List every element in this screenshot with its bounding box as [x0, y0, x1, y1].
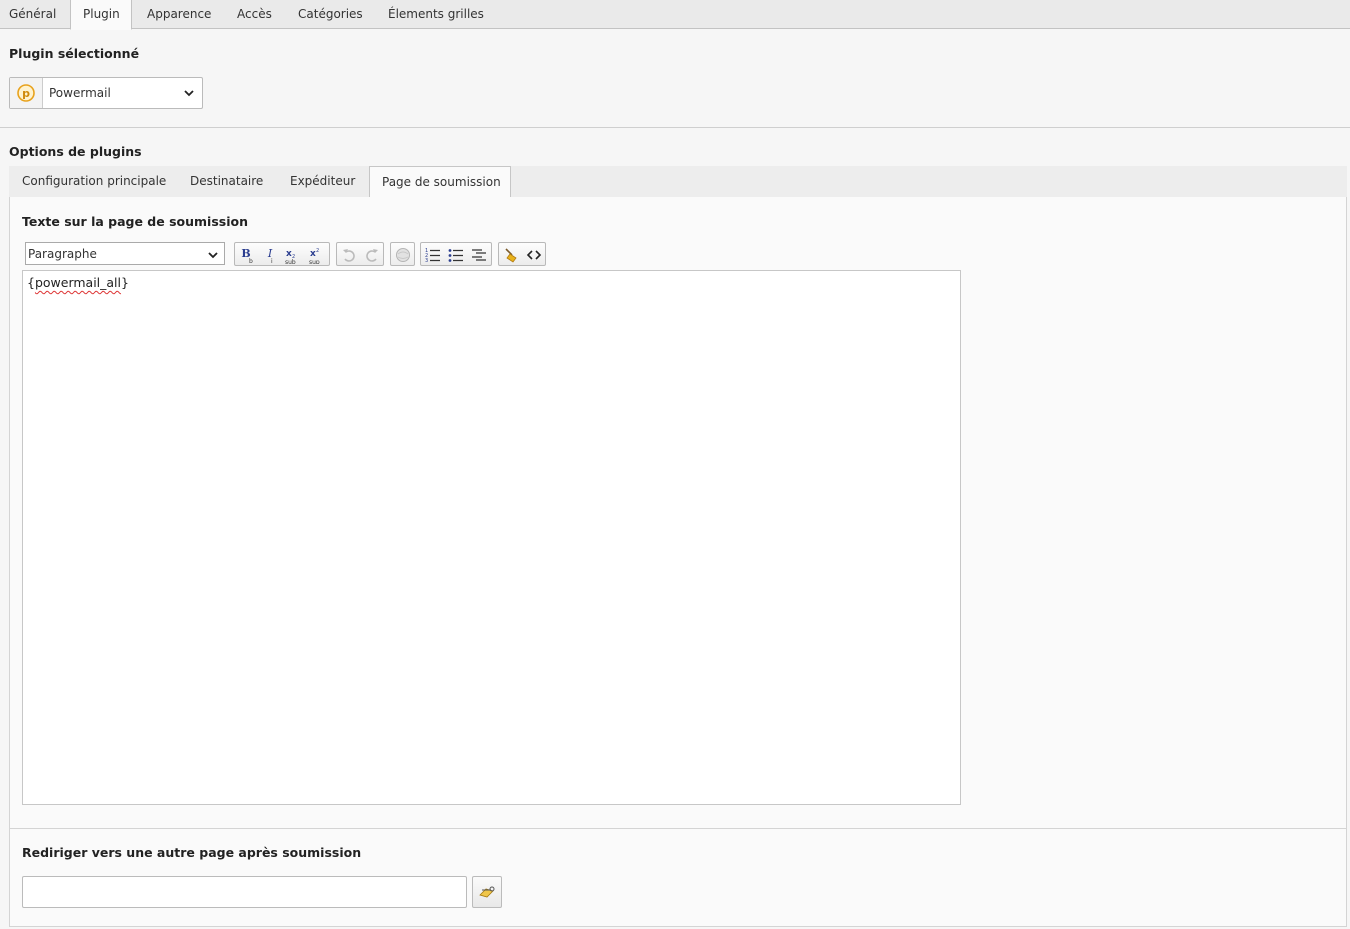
- definition-list-icon: [472, 249, 486, 261]
- top-tab-bar: Général Plugin Apparence Accès Catégorie…: [0, 0, 1350, 30]
- redirect-page-input[interactable]: [22, 876, 467, 908]
- link-toolbar-group: [390, 242, 415, 266]
- svg-text:p: p: [22, 87, 30, 100]
- broom-icon: [505, 248, 517, 263]
- powermail-token: powermail_all: [34, 275, 122, 290]
- superscript-button[interactable]: x 2 sup: [306, 244, 328, 264]
- options-tab-bar: Configuration principale Destinataire Ex…: [9, 166, 1347, 198]
- chevron-down-icon: [184, 87, 194, 101]
- undo-icon: [343, 249, 355, 262]
- list-toolbar-group: 1 2 3: [420, 242, 492, 266]
- panel-divider: [9, 828, 1347, 829]
- plugin-section-title: Plugin sélectionné: [9, 46, 140, 61]
- history-toolbar-group: [336, 242, 384, 266]
- editor-content: {powermail_all}: [27, 275, 129, 290]
- redo-button[interactable]: [361, 244, 383, 264]
- clean-format-button[interactable]: [500, 244, 522, 264]
- tab-general[interactable]: Général: [9, 0, 56, 30]
- tab-plugin[interactable]: Plugin: [70, 0, 132, 30]
- bold-button[interactable]: B b: [236, 244, 258, 264]
- misc-toolbar-group: [498, 242, 546, 266]
- brace-open: {: [27, 275, 35, 290]
- options-section-title: Options de plugins: [9, 144, 142, 159]
- block-format-select[interactable]: Paragraphe: [25, 242, 225, 265]
- unordered-list-button[interactable]: [445, 244, 467, 264]
- plugin-select[interactable]: p Powermail: [9, 77, 203, 109]
- undo-button[interactable]: [338, 244, 360, 264]
- svg-text:3: 3: [425, 258, 428, 264]
- definition-list-button[interactable]: [468, 244, 490, 264]
- tab-expediteur[interactable]: Expéditeur: [290, 166, 355, 198]
- redirect-label: Rediriger vers une autre page après soum…: [22, 845, 362, 860]
- brace-close: }: [121, 275, 129, 290]
- source-code-button[interactable]: [523, 244, 545, 264]
- tab-apparence[interactable]: Apparence: [147, 0, 211, 30]
- format-toolbar-group: B b I i x 2 sub x 2 sup: [234, 242, 330, 266]
- submit-text-label: Texte sur la page de soumission: [22, 214, 248, 229]
- block-format-value: Paragraphe: [28, 247, 97, 261]
- tab-acces[interactable]: Accès: [237, 0, 272, 30]
- link-browser-icon: [479, 886, 495, 898]
- link-button[interactable]: [392, 244, 414, 264]
- ordered-list-button[interactable]: 1 2 3: [422, 244, 444, 264]
- tab-destinataire[interactable]: Destinataire: [190, 166, 263, 198]
- superscript-icon: sup: [309, 259, 320, 264]
- tab-configuration-principale[interactable]: Configuration principale: [22, 166, 166, 198]
- svg-text:i: i: [271, 258, 273, 264]
- plugin-select-value: Powermail: [49, 86, 111, 100]
- powermail-icon: p: [10, 78, 43, 108]
- code-icon: [526, 250, 542, 260]
- subscript-icon: sub: [285, 259, 296, 264]
- section-divider: [0, 127, 1350, 128]
- tab-categories[interactable]: Catégories: [298, 0, 363, 30]
- globe-link-icon: [396, 248, 410, 262]
- italic-button[interactable]: I i: [259, 244, 281, 264]
- tab-elements-grilles[interactable]: Élements grilles: [388, 0, 484, 30]
- browse-page-button[interactable]: [472, 876, 502, 908]
- svg-text:b: b: [249, 258, 253, 264]
- tab-page-de-soumission[interactable]: Page de soumission: [369, 166, 511, 198]
- rich-text-editor[interactable]: {powermail_all}: [22, 270, 961, 805]
- ordered-list-icon: 1 2 3: [425, 248, 440, 264]
- svg-text:2: 2: [316, 248, 319, 254]
- chevron-down-icon: [208, 249, 218, 263]
- unordered-list-icon: [448, 249, 463, 262]
- redo-icon: [366, 249, 378, 262]
- subscript-button[interactable]: x 2 sub: [282, 244, 304, 264]
